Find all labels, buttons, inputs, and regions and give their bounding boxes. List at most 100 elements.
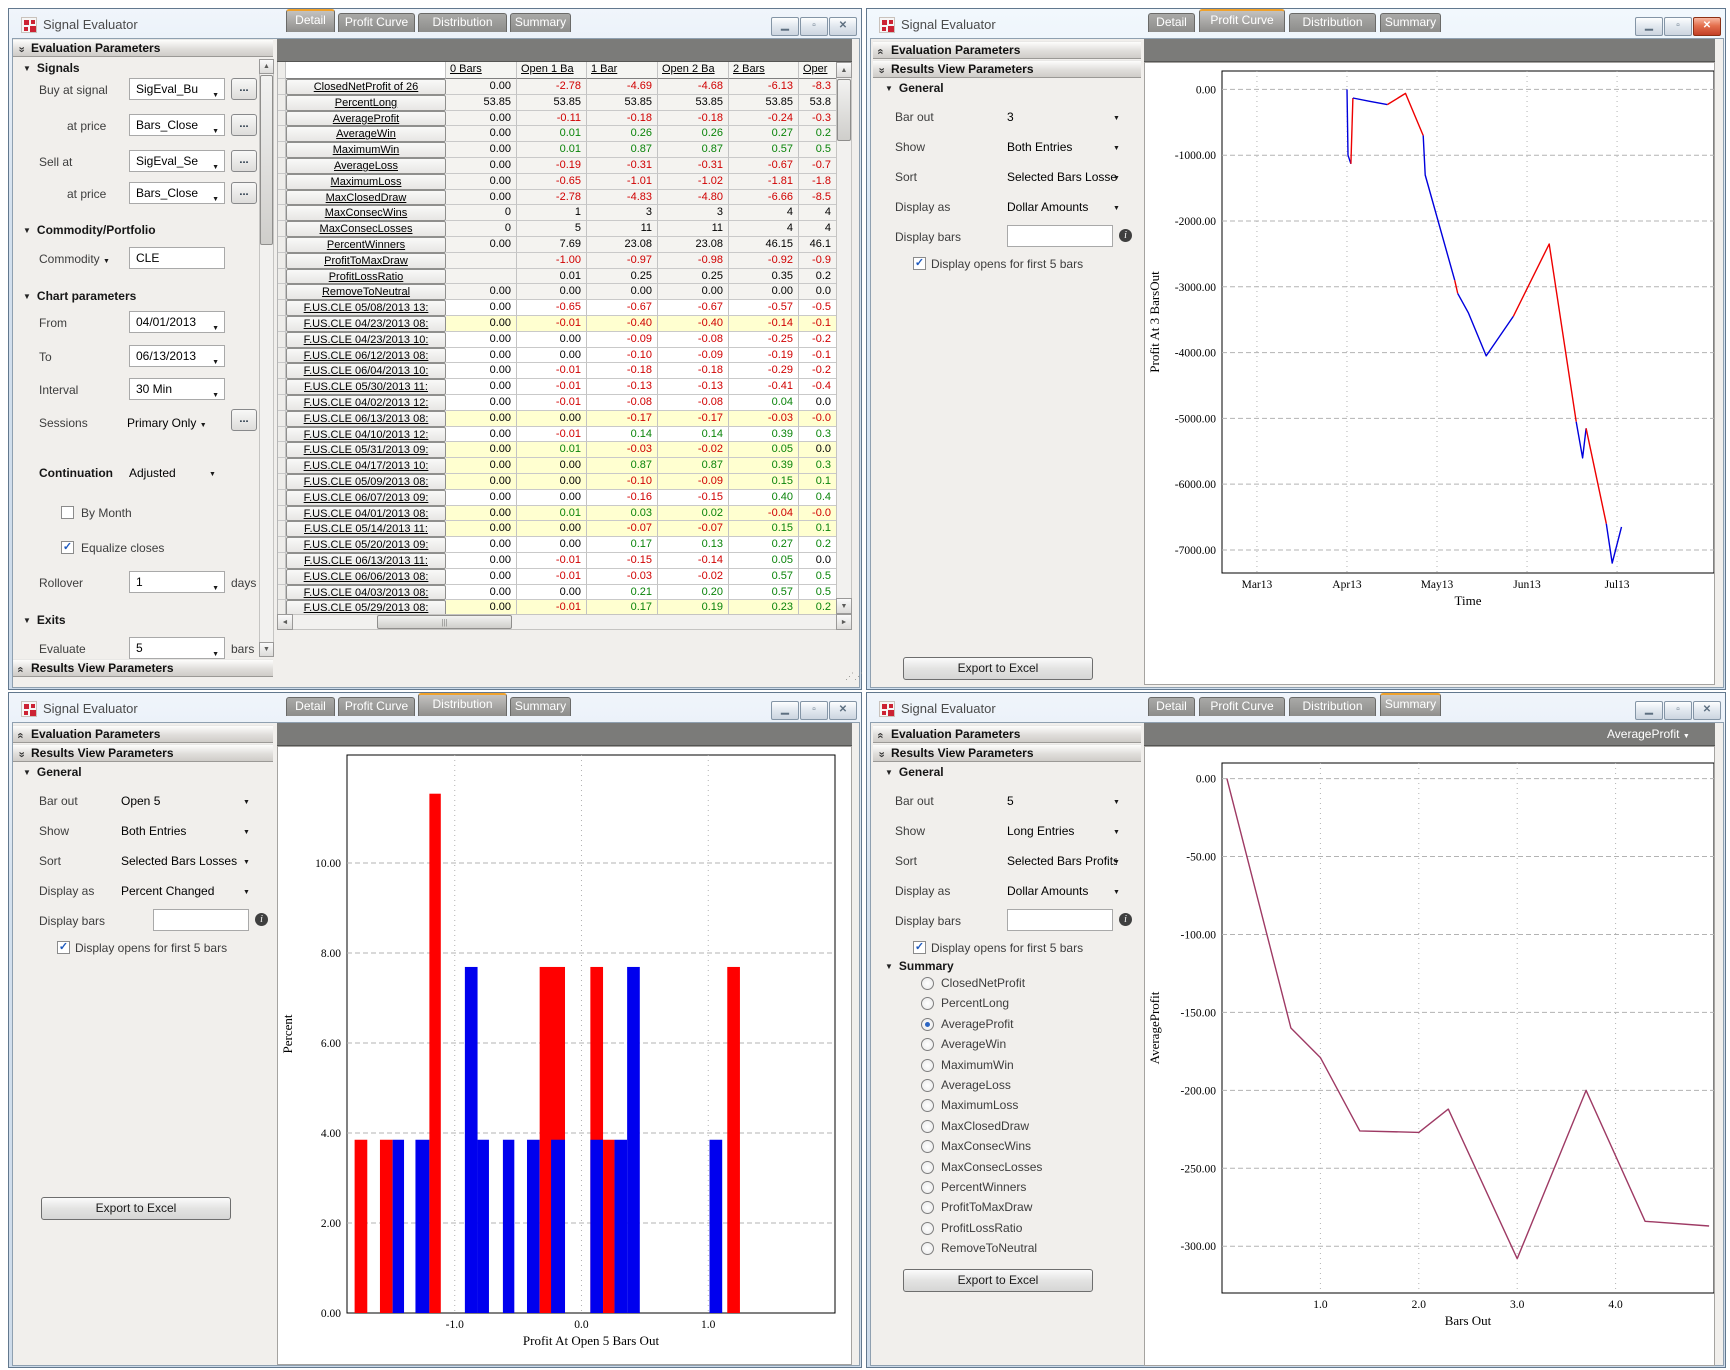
general-section-header[interactable]: ▼General [23,765,82,779]
display-as-dropdown[interactable]: Dollar Amounts [1007,884,1088,898]
row-label-button[interactable]: F.US.CLE 06/06/2013 08: [286,569,446,585]
tab-summary[interactable]: Summary [1380,693,1441,716]
signals-section-header[interactable]: ▼Signals [23,61,80,75]
row-label-button[interactable]: AverageLoss [286,158,446,174]
row-label-button[interactable]: F.US.CLE 05/08/2013 13: [286,300,446,316]
display-opens-checkbox[interactable]: ✓ [57,941,70,954]
display-opens-checkbox[interactable]: ✓ [913,257,926,270]
tab-summary[interactable]: Summary [510,697,571,716]
sell-price-browse-button[interactable]: ... [231,182,257,204]
export-to-excel-button[interactable]: Export to Excel [41,1197,231,1220]
rollover-dropdown[interactable]: 1▼ [129,571,225,593]
row-label-button[interactable]: MaxClosedDraw [286,190,446,206]
buy-price-dropdown[interactable]: Bars_Close▼ [129,114,225,136]
bar-out-dropdown[interactable]: Open 5 [121,794,160,808]
row-label-button[interactable]: MaxConsecLosses [286,221,446,237]
buy-price-browse-button[interactable]: ... [231,114,257,136]
radio-maxcloseddraw[interactable] [921,1120,934,1133]
chart-parameters-section-header[interactable]: ▼Chart parameters [23,289,136,303]
tab-detail[interactable]: Detail [286,697,335,716]
table-header-cell-open-1-ba[interactable]: Open 1 Ba [517,62,587,79]
row-label-button[interactable]: F.US.CLE 04/23/2013 08: [286,316,446,332]
tab-profit-curve[interactable]: Profit Curve [1199,697,1285,716]
row-label-button[interactable]: AverageWin [286,126,446,142]
row-label-button[interactable]: F.US.CLE 04/03/2013 08: [286,585,446,601]
row-label-button[interactable]: F.US.CLE 05/20/2013 09: [286,537,446,553]
to-date-dropdown[interactable]: 06/13/2013▼ [129,345,225,367]
tab-summary[interactable]: Summary [510,13,571,32]
results-view-parameters-header[interactable]: » Results View Parameters [873,744,1141,762]
sell-price-dropdown[interactable]: Bars_Close▼ [129,182,225,204]
row-label-button[interactable]: F.US.CLE 04/02/2013 12: [286,395,446,411]
row-label-button[interactable]: MaximumWin [286,142,446,158]
tab-detail[interactable]: Detail [1148,13,1195,32]
radio-maxconseclosses[interactable] [921,1161,934,1174]
general-section-header[interactable]: ▼General [885,765,944,779]
table-scroll-down-icon[interactable]: ▼ [836,598,852,614]
resize-grip[interactable]: ⋰⋰ [845,671,863,682]
minimize-button[interactable]: ▁ [771,701,799,720]
row-label-button[interactable]: F.US.CLE 06/07/2013 09: [286,490,446,506]
sessions-dropdown[interactable]: Primary Only ▼ [127,416,207,430]
row-label-button[interactable]: F.US.CLE 04/10/2013 12: [286,427,446,443]
radio-profitlossratio[interactable] [921,1222,934,1235]
evaluation-parameters-header[interactable]: » Evaluation Parameters [873,725,1141,743]
table-header-cell-2-bars[interactable]: 2 Bars [729,62,799,79]
row-label-button[interactable]: ProfitLossRatio [286,269,446,285]
table-scroll-up-icon[interactable]: ▲ [836,62,852,78]
close-button[interactable]: ✕ [1693,17,1721,36]
sort-dropdown[interactable]: Selected Bars Losses [1007,170,1117,184]
interval-dropdown[interactable]: 30 Min▼ [129,378,225,400]
maximize-button[interactable]: ▫ [800,17,828,36]
table-header-cell-0-bars[interactable]: 0 Bars [446,62,517,79]
row-label-button[interactable]: F.US.CLE 05/30/2013 11: [286,379,446,395]
show-dropdown[interactable]: Long Entries [1007,824,1074,838]
show-dropdown[interactable]: Both Entries [1007,140,1072,154]
buy-signal-browse-button[interactable]: ... [231,78,257,100]
tab-distribution[interactable]: Distribution [1289,697,1376,716]
minimize-button[interactable]: ▁ [1635,17,1663,36]
info-icon[interactable]: i [1119,913,1132,926]
commodity-field[interactable]: CLE [129,247,225,269]
from-date-dropdown[interactable]: 04/01/2013▼ [129,311,225,333]
export-to-excel-button[interactable]: Export to Excel [903,1269,1093,1292]
evaluation-parameters-header[interactable]: » Evaluation Parameters [873,41,1141,59]
table-scroll-left-icon[interactable]: ◄ [277,614,293,630]
bar-out-dropdown[interactable]: 5 [1007,794,1014,808]
tab-profit-curve[interactable]: Profit Curve [1199,9,1285,32]
minimize-button[interactable]: ▁ [771,17,799,36]
row-label-button[interactable]: MaxConsecWins [286,205,446,221]
by-month-checkbox[interactable] [61,506,74,519]
table-header-cell-1-bar[interactable]: 1 Bar [587,62,658,79]
sell-signal-dropdown[interactable]: SigEval_Se▼ [129,150,225,172]
row-label-button[interactable]: F.US.CLE 06/12/2013 08: [286,348,446,364]
sessions-browse-button[interactable]: ... [231,409,257,431]
radio-averageloss[interactable] [921,1079,934,1092]
radio-maximumwin[interactable] [921,1059,934,1072]
table-header-cell-oper[interactable]: Oper [799,62,836,79]
display-opens-checkbox[interactable]: ✓ [913,941,926,954]
row-label-button[interactable]: F.US.CLE 04/17/2013 10: [286,458,446,474]
row-label-button[interactable]: F.US.CLE 06/13/2013 08: [286,411,446,427]
evaluation-parameters-header[interactable]: » Evaluation Parameters [13,39,273,57]
display-as-dropdown[interactable]: Dollar Amounts [1007,200,1088,214]
evaluate-dropdown[interactable]: 5▼ [129,637,225,659]
tab-detail[interactable]: Detail [286,9,335,32]
sell-signal-browse-button[interactable]: ... [231,150,257,172]
show-dropdown[interactable]: Both Entries [121,824,186,838]
info-icon[interactable]: i [255,913,268,926]
results-view-parameters-header[interactable]: » Results View Parameters [873,60,1141,78]
results-view-parameters-header[interactable]: » Results View Parameters [13,744,273,762]
minimize-button[interactable]: ▁ [1635,701,1663,720]
tab-profit-curve[interactable]: Profit Curve [338,13,415,32]
table-vscrollbar[interactable] [836,62,852,614]
row-label-button[interactable]: PercentLong [286,95,446,111]
row-label-button[interactable]: F.US.CLE 06/13/2013 11: [286,553,446,569]
tab-distribution[interactable]: Distribution [418,13,507,32]
display-bars-input[interactable] [1007,909,1113,931]
sort-dropdown[interactable]: Selected Bars Profits [1007,854,1117,868]
tab-summary[interactable]: Summary [1380,13,1441,32]
display-as-dropdown[interactable]: Percent Changed [121,884,214,898]
row-label-button[interactable]: F.US.CLE 05/29/2013 08: [286,600,446,614]
row-label-button[interactable]: F.US.CLE 05/31/2013 09: [286,442,446,458]
